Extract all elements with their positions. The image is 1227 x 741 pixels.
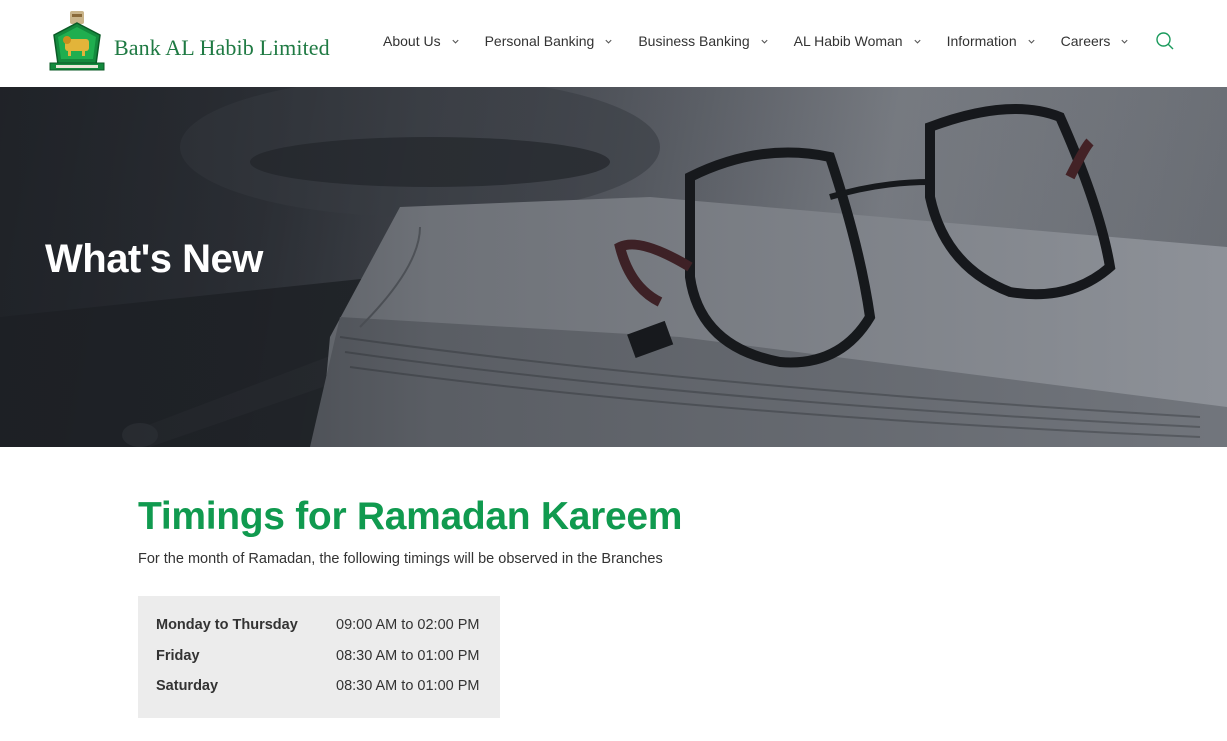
timing-row: Monday to Thursday 09:00 AM to 02:00 PM [156,617,500,648]
chevron-down-icon [761,39,768,44]
timing-day: Saturday [156,678,219,694]
timing-hours: 08:30 AM to 01:00 PM [336,678,480,694]
chevron-down-icon [914,39,921,44]
nav-careers[interactable]: Careers [1061,33,1130,49]
timings-table: Monday to Thursday 09:00 AM to 02:00 PM … [138,596,500,718]
nav-label: About Us [383,33,441,49]
main-nav: About Us Personal Banking Business Banki… [383,30,1175,52]
chevron-down-icon [1121,39,1129,44]
intro-text: For the month of Ramadan, the following … [138,551,663,567]
timing-day: Monday to Thursday [156,617,298,633]
nav-label: AL Habib Woman [793,33,903,49]
chevron-down-icon [1028,39,1035,44]
page-heading: Timings for Ramadan Kareem [138,495,683,538]
logo[interactable]: Bank AL Habib Limited [48,9,330,73]
nav-label: Careers [1060,33,1111,49]
timing-row: Saturday 08:30 AM to 01:00 PM [156,678,500,709]
chevron-down-icon [452,39,459,44]
nav-al-habib-woman[interactable]: AL Habib Woman [794,33,922,49]
hero-banner: What's New [0,87,1227,447]
nav-label: Business Banking [638,33,750,49]
logo-text: Bank AL Habib Limited [114,35,330,60]
nav-about-us[interactable]: About Us [383,33,460,49]
nav-business-banking[interactable]: Business Banking [638,33,768,49]
timing-hours: 08:30 AM to 01:00 PM [336,647,480,664]
timing-row: Friday 08:30 AM to 01:00 PM [156,648,500,679]
site-header: Bank AL Habib Limited About Us Personal … [0,0,1227,87]
main-content: Timings for Ramadan Kareem For the month… [138,495,683,718]
timing-day: Friday [156,647,200,664]
bank-emblem-icon [48,9,106,73]
timing-hours: 09:00 AM to 02:00 PM [336,617,480,633]
hero-title: What's New [45,237,263,281]
search-icon[interactable] [1155,31,1175,51]
chevron-down-icon [605,39,612,44]
nav-information[interactable]: Information [947,33,1036,49]
nav-label: Personal Banking [484,33,595,49]
nav-label: Information [946,33,1017,49]
nav-personal-banking[interactable]: Personal Banking [485,33,614,49]
